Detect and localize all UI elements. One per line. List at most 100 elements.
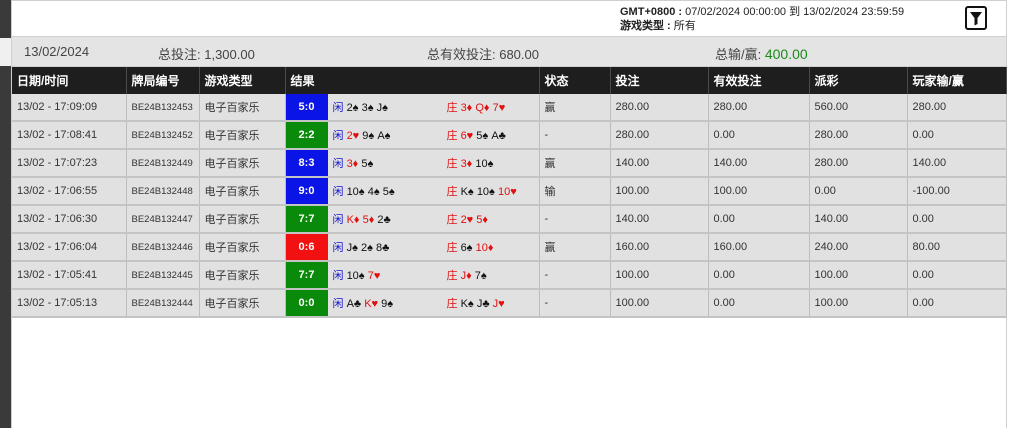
game-type-label: 游戏类型 : — [620, 20, 671, 32]
cell-result: 5:0 闲 2♠ 3♠ J♠ 庄 3♦ Q♦ 7♥ — [285, 94, 540, 122]
player-label: 闲 — [332, 298, 344, 310]
banker-card: 3♦ — [460, 158, 473, 170]
player-label: 闲 — [332, 242, 344, 254]
game-type-value: 所有 — [673, 20, 696, 32]
cell-datetime: 13/02 - 17:06:55 — [12, 177, 127, 206]
cell-game-type: 电子百家乐 — [199, 205, 286, 234]
cell-round-id[interactable]: BE24B132447 — [126, 205, 200, 234]
column-header-game-type[interactable]: 游戏类型 — [199, 67, 286, 94]
cell-datetime: 13/02 - 17:06:30 — [12, 205, 127, 234]
banker-hand: 庄 K♠ J♣ J♥ — [447, 295, 505, 311]
frame-border-top — [11, 0, 1007, 1]
table-row[interactable]: 13/02 - 17:06:55 BE24B132448 电子百家乐 9:0 闲 10♠… — [12, 177, 1007, 206]
banker-label: 庄 — [446, 102, 458, 114]
player-label: 闲 — [332, 158, 344, 170]
cell-round-id[interactable]: BE24B132452 — [126, 121, 200, 150]
result-score-badge: 8:3 — [285, 150, 328, 175]
cell-payout: 140.00 — [809, 205, 908, 234]
column-header-datetime[interactable]: 日期/时间 — [12, 67, 127, 94]
cell-valid-bet: 0.00 — [708, 261, 810, 290]
table-row[interactable]: 13/02 - 17:05:13 BE24B132444 电子百家乐 0:0 闲 A♣ … — [12, 289, 1007, 318]
cell-datetime: 13/02 - 17:09:09 — [12, 94, 127, 122]
table-row[interactable]: 13/02 - 17:08:41 BE24B132452 电子百家乐 2:2 闲 2♥ … — [12, 121, 1007, 150]
cell-round-id[interactable]: BE24B132445 — [126, 261, 200, 290]
cell-round-id[interactable]: BE24B132446 — [126, 233, 200, 262]
summary-date: 13/02/2024 — [24, 44, 90, 59]
result-score-badge: 9:0 — [285, 178, 328, 203]
result-wrapper: 7:7 闲 K♦ 5♦ 2♣ 庄 2♥ 5♦ — [285, 206, 539, 231]
cell-round-id[interactable]: BE24B132449 — [126, 149, 200, 178]
banker-card: Q♦ — [475, 102, 490, 114]
cell-player-winloss: -100.00 — [907, 177, 1007, 206]
player-card: 5♠ — [361, 158, 374, 170]
banker-hand: 庄 K♠ 10♠ 10♥ — [447, 183, 517, 199]
cell-game-type: 电子百家乐 — [199, 121, 286, 150]
result-wrapper: 0:0 闲 A♣ K♥ 9♠ 庄 K♠ J♣ J♥ — [285, 290, 539, 315]
column-header-result[interactable]: 结果 — [285, 67, 540, 94]
daily-summary-bar: 13/02/2024 总投注: 1,300.00 总有效投注: 680.00 总… — [12, 36, 1006, 67]
cell-payout: 280.00 — [809, 149, 908, 178]
filter-button[interactable] — [965, 6, 987, 30]
player-card: 10♠ — [346, 186, 365, 198]
column-header-valid-bet[interactable]: 有效投注 — [708, 67, 810, 94]
cell-result: 0:0 闲 A♣ K♥ 9♠ 庄 K♠ J♣ J♥ — [285, 289, 540, 318]
player-card: 3♠ — [361, 102, 374, 114]
cell-player-winloss: 0.00 — [907, 205, 1007, 234]
table-header-row: 日期/时间 牌局编号 游戏类型 结果 状态 投注 有效投注 派彩 玩家输/赢 — [12, 67, 1007, 94]
table-row[interactable]: 13/02 - 17:09:09 BE24B132453 电子百家乐 5:0 闲 2♠ … — [12, 94, 1007, 122]
table-row[interactable]: 13/02 - 17:07:23 BE24B132449 电子百家乐 8:3 闲 3♦ … — [12, 149, 1007, 178]
cell-datetime: 13/02 - 17:08:41 — [12, 121, 127, 150]
table-row[interactable]: 13/02 - 17:05:41 BE24B132445 电子百家乐 7:7 闲 10♠… — [12, 261, 1007, 290]
cell-round-id[interactable]: BE24B132444 — [126, 289, 200, 318]
cell-payout: 280.00 — [809, 121, 908, 150]
cell-status: - — [539, 121, 611, 150]
cell-status: 赢 — [539, 149, 611, 178]
cell-result: 8:3 闲 3♦ 5♠ 庄 3♦ 10♠ — [285, 149, 540, 178]
player-hand: 闲 A♣ K♥ 9♠ — [328, 295, 447, 311]
cell-datetime: 13/02 - 17:05:13 — [12, 289, 127, 318]
cell-result: 2:2 闲 2♥ 9♠ A♠ 庄 6♥ 5♠ A♣ — [285, 121, 540, 150]
player-card: J♠ — [346, 242, 358, 254]
player-card: 2♣ — [377, 214, 391, 226]
table-row[interactable]: 13/02 - 17:06:04 BE24B132446 电子百家乐 0:6 闲 J♠ … — [12, 233, 1007, 262]
banker-card: J♣ — [476, 298, 490, 310]
player-card: A♠ — [377, 130, 391, 142]
column-header-player-winloss[interactable]: 玩家输/赢 — [907, 67, 1007, 94]
cell-bet: 100.00 — [610, 289, 709, 318]
player-card: 7♥ — [367, 270, 381, 282]
cell-round-id[interactable]: BE24B132448 — [126, 177, 200, 206]
player-hand: 闲 K♦ 5♦ 2♣ — [328, 211, 447, 227]
cell-status: - — [539, 205, 611, 234]
player-card: K♦ — [346, 214, 360, 226]
result-score-badge: 0:6 — [285, 234, 328, 259]
banker-card: 2♥ — [460, 214, 474, 226]
column-header-round-id[interactable]: 牌局编号 — [126, 67, 200, 94]
banker-card: A♣ — [491, 130, 506, 142]
cell-result: 9:0 闲 10♠ 4♠ 5♠ 庄 K♠ 10♠ 10♥ — [285, 177, 540, 206]
column-header-status[interactable]: 状态 — [539, 67, 611, 94]
cell-payout: 0.00 — [809, 177, 908, 206]
banker-card: 10♥ — [497, 186, 517, 198]
cell-result: 0:6 闲 J♠ 2♠ 8♣ 庄 6♠ 10♦ — [285, 233, 540, 262]
player-label: 闲 — [332, 214, 344, 226]
column-header-payout[interactable]: 派彩 — [809, 67, 908, 94]
column-header-bet[interactable]: 投注 — [610, 67, 709, 94]
cell-result: 7:7 闲 K♦ 5♦ 2♣ 庄 2♥ 5♦ — [285, 205, 540, 234]
player-card: 2♠ — [360, 242, 373, 254]
banker-card: 6♥ — [460, 130, 474, 142]
banker-card: 3♦ — [460, 102, 473, 114]
table-row[interactable]: 13/02 - 17:06:30 BE24B132447 电子百家乐 7:7 闲 K♦ … — [12, 205, 1007, 234]
summary-total-winloss: 总输/赢: 400.00 — [715, 44, 808, 63]
cell-bet: 100.00 — [610, 177, 709, 206]
cell-round-id[interactable]: BE24B132453 — [126, 94, 200, 122]
player-card: 9♠ — [381, 298, 394, 310]
left-panel-gap — [0, 38, 11, 66]
player-card: 10♠ — [346, 270, 365, 282]
player-hand: 闲 J♠ 2♠ 8♣ — [328, 239, 447, 255]
cell-player-winloss: 280.00 — [907, 94, 1007, 122]
banker-label: 庄 — [446, 270, 458, 282]
filter-icon — [970, 11, 982, 25]
cell-status: 赢 — [539, 233, 611, 262]
cell-game-type: 电子百家乐 — [199, 233, 286, 262]
cell-game-type: 电子百家乐 — [199, 289, 286, 318]
